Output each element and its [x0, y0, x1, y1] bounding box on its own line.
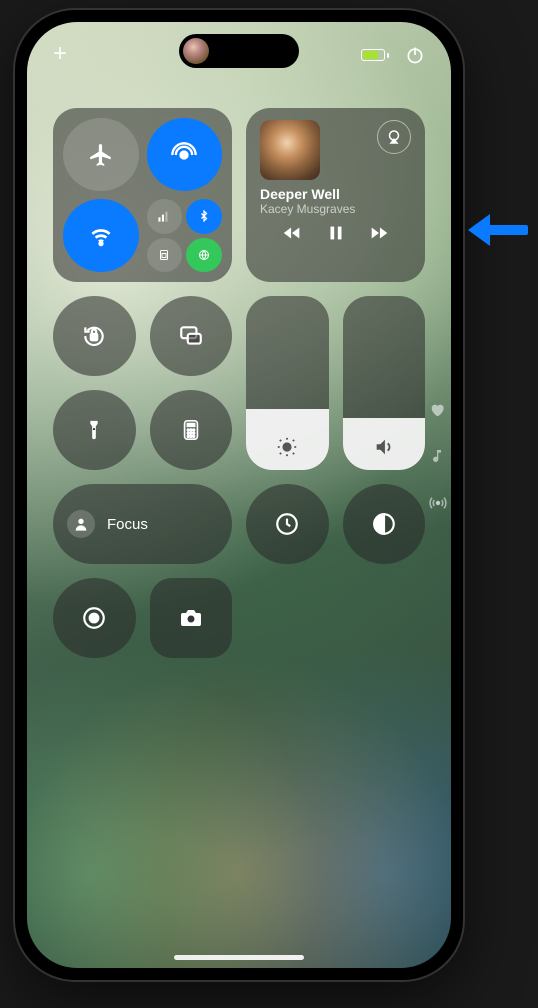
control-center-screen: + [27, 22, 451, 968]
flashlight-button[interactable] [53, 390, 136, 470]
add-control-button[interactable]: + [53, 40, 67, 70]
dynamic-island[interactable] [179, 34, 299, 68]
screen-mirroring-button[interactable] [150, 296, 233, 376]
volume-icon [373, 436, 395, 458]
next-track-button[interactable] [368, 222, 390, 244]
focus-button[interactable]: Focus [53, 484, 232, 564]
now-playing-panel[interactable]: Deeper Well Kacey Musgraves [246, 108, 425, 282]
music-note-icon[interactable] [429, 448, 447, 464]
connectivity-mini-cluster[interactable] [147, 199, 223, 272]
track-title: Deeper Well [260, 186, 411, 202]
play-pause-button[interactable] [325, 222, 347, 244]
previous-track-button[interactable] [281, 222, 303, 244]
brightness-slider[interactable] [246, 296, 329, 470]
focus-person-icon [67, 510, 95, 538]
airdrop-toggle[interactable] [147, 118, 223, 191]
connectivity-panel[interactable] [53, 108, 232, 282]
track-artist: Kacey Musgraves [260, 202, 411, 216]
timer-button[interactable] [246, 484, 329, 564]
brightness-icon [276, 436, 298, 458]
status-right-cluster [361, 40, 425, 70]
battery-indicator [361, 49, 389, 61]
page-indicator-rail[interactable] [429, 402, 447, 512]
airplane-mode-toggle[interactable] [63, 118, 139, 191]
sim-icon[interactable] [147, 238, 183, 273]
bluetooth-icon[interactable] [186, 199, 222, 234]
volume-slider[interactable] [343, 296, 426, 470]
dynamic-island-album-icon [183, 38, 209, 64]
callout-arrow-icon [468, 212, 528, 248]
orientation-lock-button[interactable] [53, 296, 136, 376]
iphone-frame: + [15, 10, 463, 980]
screen-record-button[interactable] [53, 578, 136, 658]
personal-hotspot-icon[interactable] [186, 238, 222, 273]
heart-icon[interactable] [429, 402, 447, 418]
album-art [260, 120, 320, 180]
camera-button[interactable] [150, 578, 233, 658]
dark-mode-button[interactable] [343, 484, 426, 564]
calculator-button[interactable] [150, 390, 233, 470]
power-icon[interactable] [405, 45, 425, 65]
home-indicator[interactable] [174, 955, 304, 960]
broadcast-icon[interactable] [429, 494, 447, 512]
focus-label: Focus [107, 516, 148, 533]
airplay-button[interactable] [377, 120, 411, 154]
cellular-icon[interactable] [147, 199, 183, 234]
wifi-toggle[interactable] [63, 199, 139, 272]
